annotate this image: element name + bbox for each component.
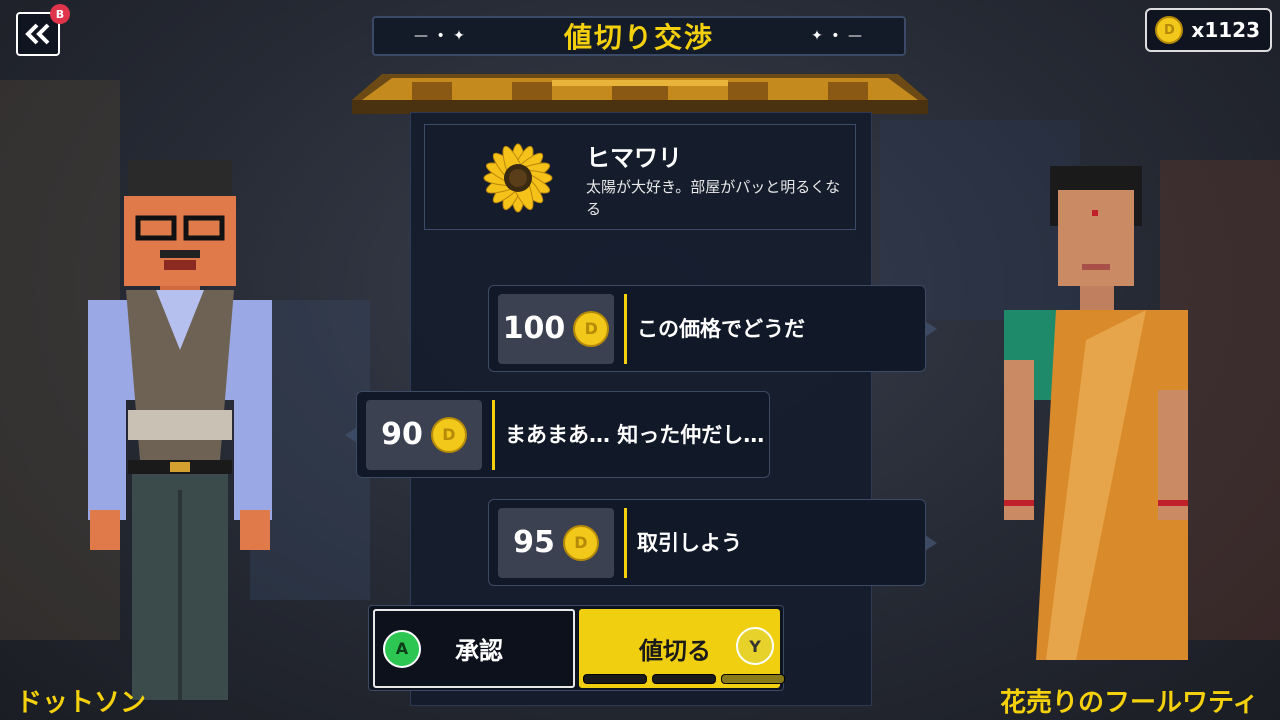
title-deco-left: — • ✦ — [414, 28, 467, 44]
attempt-pip — [652, 674, 716, 684]
offer-price: 95 — [513, 525, 555, 560]
offer-divider — [624, 507, 627, 578]
attempt-pip — [721, 674, 785, 684]
seller-character — [1004, 166, 1188, 660]
attempt-pip — [583, 674, 647, 684]
offer-bubble-seller: 90 D まあまあ… 知った仲だし… — [345, 391, 770, 478]
coin-icon: D — [573, 310, 610, 347]
y-button-icon: Y — [736, 627, 774, 665]
accept-button[interactable]: A 承認 — [373, 609, 575, 688]
offer-price-box: 95 D — [498, 507, 614, 578]
title-bar: — • ✦ 値切り交渉 ✦ • — — [372, 16, 906, 56]
bargain-button[interactable]: 値切る Y — [579, 609, 785, 688]
offer-divider — [624, 293, 627, 364]
offer-message: まあまあ… 知った仲だし… — [505, 422, 765, 447]
accept-label: 承認 — [455, 637, 503, 665]
offer-price-box: 100 D — [498, 293, 614, 364]
double-chevron-left-icon — [25, 23, 50, 45]
coin-counter: D x1123 — [1145, 8, 1272, 52]
player-name: ドットソン — [16, 688, 147, 718]
back-key-badge: B — [50, 4, 70, 24]
offer-price: 90 — [381, 417, 423, 452]
coin-count: x1123 — [1191, 18, 1260, 42]
a-button-icon: A — [383, 629, 421, 668]
page-title: 値切り交渉 — [563, 21, 714, 54]
item-name: ヒマワリ — [586, 144, 682, 172]
offer-bubble-player-2: 95 D 取引しよう — [488, 499, 937, 586]
bargain-label: 値切る — [639, 637, 711, 665]
back-button[interactable]: B — [16, 4, 70, 56]
offer-price-box: 90 D — [366, 399, 482, 470]
item-description: 太陽が大好き。部屋がパッと明るくなる — [586, 178, 841, 218]
player-character — [88, 160, 272, 700]
coin-icon: D — [1155, 16, 1184, 44]
coin-icon: D — [562, 524, 599, 561]
offer-price: 100 — [502, 311, 566, 346]
title-deco-right: ✦ • — — [811, 28, 864, 44]
offer-bubble-player-1: 100 D この価格でどうだ — [488, 285, 937, 372]
offer-message: この価格でどうだ — [637, 316, 805, 341]
offer-divider — [492, 399, 495, 470]
bargain-attempts — [583, 674, 785, 684]
shop-awning — [352, 74, 928, 114]
sunflower-icon — [483, 143, 553, 213]
offer-message: 取引しよう — [637, 530, 742, 555]
coin-icon: D — [430, 416, 467, 453]
seller-name: 花売りのフールワティ — [1000, 688, 1259, 718]
